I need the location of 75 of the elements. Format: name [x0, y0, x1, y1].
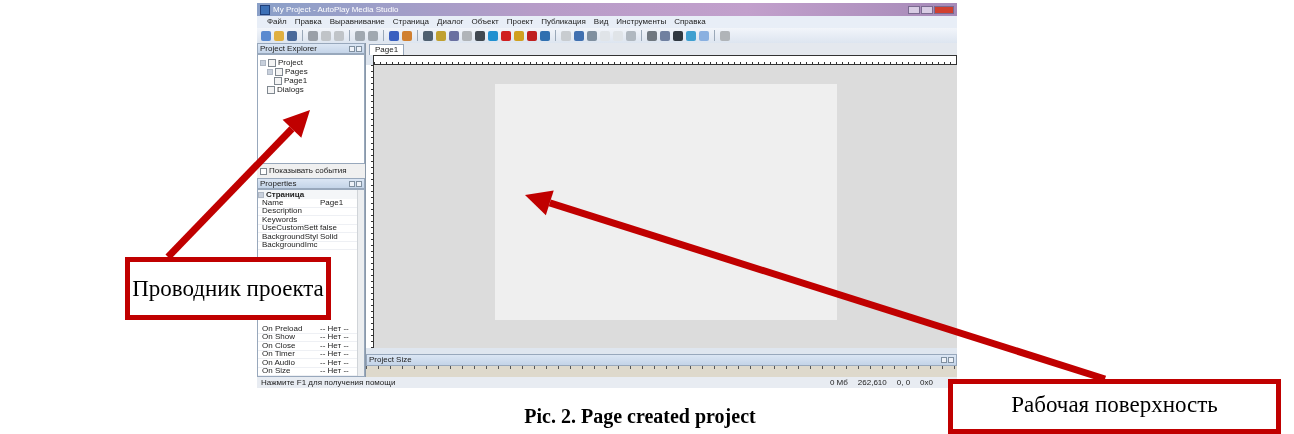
- menu-item[interactable]: Проект: [506, 18, 534, 26]
- tree-item[interactable]: Project: [278, 58, 303, 67]
- property-value[interactable]: -- Нет --: [320, 341, 349, 350]
- toolbar-icon[interactable]: [501, 30, 511, 41]
- checkbox-label: Показывать события: [269, 167, 347, 175]
- tree-item[interactable]: Pages: [285, 67, 308, 76]
- figure-caption: Pic. 2. Page created project: [524, 405, 756, 428]
- toolbar-icon[interactable]: [673, 30, 683, 41]
- maximize-button[interactable]: [921, 5, 933, 14]
- property-name: Keywords: [261, 215, 298, 224]
- menu-item[interactable]: Выравнивание: [329, 18, 385, 26]
- close-button[interactable]: [948, 357, 954, 363]
- toolbar-icon[interactable]: [287, 30, 297, 41]
- toolbar-icon[interactable]: [423, 30, 433, 41]
- toolbar-icon[interactable]: [574, 30, 584, 41]
- status-text: 0 Мб: [829, 378, 848, 387]
- property-value[interactable]: -- Нет --: [320, 367, 349, 376]
- window-title: My Project - AutoPlay Media Studio: [273, 5, 399, 14]
- menu-item[interactable]: Объект: [471, 18, 499, 26]
- property-value[interactable]: -- Нет --: [320, 350, 349, 359]
- expander-icon[interactable]: [260, 59, 266, 66]
- property-name: On Size: [261, 367, 292, 376]
- callout-label: Рабочая поверхность: [948, 379, 1281, 434]
- checkbox[interactable]: [260, 167, 267, 175]
- toolbar-icon[interactable]: [475, 30, 485, 41]
- app-icon: [260, 4, 270, 15]
- property-name: On Close: [261, 341, 297, 350]
- menu-item[interactable]: Публикация: [541, 18, 586, 26]
- panel-title: Project Size: [369, 356, 412, 364]
- close-button[interactable]: [356, 180, 362, 187]
- toolbar-icon[interactable]: [389, 30, 399, 41]
- menu-item[interactable]: Файл: [267, 18, 287, 26]
- property-value[interactable]: Solid: [320, 232, 338, 241]
- tree-item[interactable]: Page1: [284, 76, 308, 85]
- menu-item[interactable]: Инструменты: [616, 18, 667, 26]
- scrollbar[interactable]: [357, 190, 364, 376]
- tab[interactable]: Page1: [369, 44, 405, 55]
- menu-item[interactable]: Вид: [593, 18, 609, 26]
- property-name: On Show: [261, 333, 296, 342]
- expander-icon[interactable]: [258, 191, 264, 198]
- status-text: 0x0: [920, 378, 933, 387]
- callout-label: Проводник проекта: [125, 257, 331, 320]
- property-name: BackgroundImc: [261, 241, 319, 250]
- property-name: BackgroundStyl: [261, 232, 320, 241]
- tree-item[interactable]: Dialogs: [277, 85, 304, 94]
- property-name: On Timer: [261, 350, 296, 359]
- property-value[interactable]: -- Нет --: [320, 333, 349, 342]
- property-value[interactable]: false: [320, 224, 337, 233]
- minimize-button[interactable]: [908, 5, 920, 14]
- pin-button[interactable]: [941, 357, 947, 363]
- property-name: On Preload: [261, 324, 304, 333]
- property-name: On Audio: [261, 358, 296, 367]
- expander-icon[interactable]: [267, 68, 273, 75]
- toolbar-icon[interactable]: [540, 30, 550, 41]
- close-button[interactable]: [934, 5, 954, 14]
- menu-item[interactable]: Справка: [674, 18, 706, 26]
- pin-button[interactable]: [349, 45, 355, 52]
- panel-title: Properties: [260, 179, 297, 188]
- property-value[interactable]: -- Нет --: [320, 324, 349, 333]
- pin-button[interactable]: [349, 180, 355, 187]
- status-text: 0, 0: [896, 378, 911, 387]
- property-value[interactable]: Page1: [320, 198, 344, 207]
- property-name: UseCustomSett: [261, 224, 320, 233]
- menu-item[interactable]: Диалог: [437, 18, 464, 26]
- property-name: Name: [261, 198, 284, 207]
- menu-item[interactable]: Правка: [294, 18, 322, 26]
- property-group: Страница: [266, 190, 305, 199]
- menu-item[interactable]: Страница: [392, 18, 430, 26]
- panel-title: Project Explorer: [260, 44, 317, 53]
- status-text: 262,610: [857, 378, 887, 387]
- property-value[interactable]: -- Нет --: [320, 358, 349, 367]
- toolbar-icon[interactable]: [527, 30, 537, 41]
- close-button[interactable]: [356, 45, 362, 52]
- property-name: Description: [261, 207, 303, 216]
- status-text: Нажмите F1 для получения помощи: [261, 378, 396, 387]
